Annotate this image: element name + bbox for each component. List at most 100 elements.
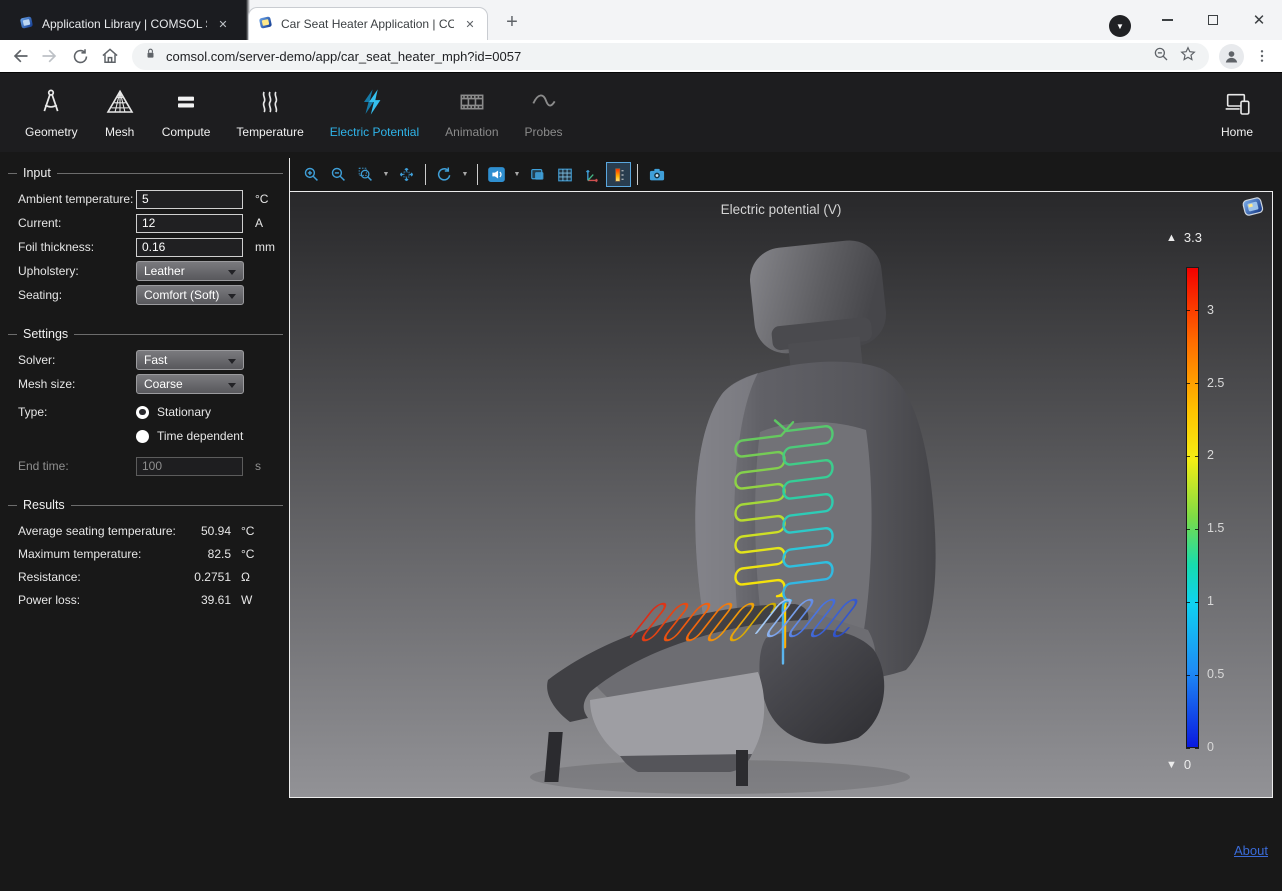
- min-marker-icon: ▼: [1166, 759, 1177, 771]
- zoom-out-button[interactable]: [326, 162, 351, 187]
- tab-title: Car Seat Heater Application | CO: [281, 17, 454, 31]
- zoom-extents-button[interactable]: [394, 162, 419, 187]
- browser-menu-kebab-icon[interactable]: [1250, 44, 1274, 68]
- comsol-logo[interactable]: [1240, 194, 1266, 225]
- reload-button[interactable]: [68, 44, 92, 68]
- field-unit: s: [246, 459, 289, 473]
- ribbon-item-geometry[interactable]: Geometry: [12, 73, 91, 152]
- solver-dropdown[interactable]: Fast: [136, 350, 244, 370]
- default-view-button[interactable]: [484, 162, 509, 187]
- lock-icon[interactable]: [144, 46, 157, 66]
- zoom-in-button[interactable]: [299, 162, 324, 187]
- tab-strip: Application Library | COMSOL Se ✕ Car Se…: [0, 0, 1282, 40]
- rotate-dropdown-caret[interactable]: ▼: [459, 162, 471, 187]
- profile-avatar[interactable]: [1219, 44, 1244, 69]
- dropdown-value: Fast: [144, 353, 167, 367]
- probes-icon: [528, 86, 560, 118]
- home-devices-icon: [1220, 86, 1254, 118]
- compute-icon: [170, 86, 202, 118]
- tab-close-icon[interactable]: ✕: [462, 16, 478, 32]
- car-seat-3d-model[interactable]: [290, 192, 1272, 797]
- default-view-dropdown-caret[interactable]: ▼: [511, 162, 523, 187]
- legend-tick-label: 2: [1207, 448, 1214, 462]
- field-row-foil-thickness: Foil thickness: mm: [0, 235, 289, 259]
- address-bar[interactable]: comsol.com/server-demo/app/car_seat_heat…: [132, 43, 1209, 70]
- axes-button[interactable]: [579, 162, 604, 187]
- app-ribbon: Geometry Mesh Compute Temperature Electr…: [0, 72, 1282, 152]
- ambient-temperature-input[interactable]: [136, 190, 243, 209]
- maximize-icon: [1208, 15, 1218, 25]
- about-link[interactable]: About: [1234, 843, 1268, 858]
- new-tab-button[interactable]: +: [498, 8, 526, 36]
- legend-tick-mark: [1195, 383, 1199, 384]
- minimize-button[interactable]: [1144, 0, 1190, 40]
- ribbon-item-compute[interactable]: Compute: [149, 73, 224, 152]
- snapshot-camera-button[interactable]: [644, 162, 669, 187]
- color-legend-bar: [1186, 267, 1199, 748]
- tab-close-icon[interactable]: ✕: [215, 16, 231, 32]
- grid-button[interactable]: [552, 162, 577, 187]
- toolbar-separator: [477, 164, 478, 185]
- radio-stationary[interactable]: [136, 406, 149, 419]
- result-row-power-loss: Power loss: 39.61 W: [0, 588, 289, 611]
- field-row-ambient-temperature: Ambient temperature: °C: [0, 187, 289, 211]
- toolbar-separator: [637, 164, 638, 185]
- media-controls-button[interactable]: ▼: [1109, 15, 1131, 37]
- current-input[interactable]: [136, 214, 243, 233]
- radio-time-dependent[interactable]: [136, 430, 149, 443]
- field-label: Current:: [18, 216, 136, 230]
- color-legend-button[interactable]: [606, 162, 631, 187]
- home-button[interactable]: [98, 44, 122, 68]
- plot-canvas[interactable]: Electric potential (V) 32.521.510.50 ▲3.…: [289, 191, 1273, 798]
- group-header-settings: Settings: [8, 327, 283, 341]
- legend-tick-mark: [1186, 456, 1190, 457]
- field-unit: °C: [246, 192, 289, 206]
- result-unit: Ω: [231, 570, 263, 584]
- upholstery-dropdown[interactable]: Leather: [136, 261, 244, 281]
- page-zoom-icon[interactable]: [1152, 45, 1170, 68]
- tab-title: Application Library | COMSOL Se: [42, 17, 207, 31]
- ribbon-item-animation: Animation: [432, 73, 511, 152]
- legend-tick-mark: [1195, 675, 1199, 676]
- legend-max-value: 3.3: [1184, 230, 1202, 245]
- ribbon-label: Compute: [162, 125, 211, 139]
- group-header-results: Results: [8, 498, 283, 512]
- bookmark-star-icon[interactable]: [1179, 45, 1197, 68]
- seating-dropdown[interactable]: Comfort (Soft): [136, 285, 244, 305]
- minimize-icon: [1162, 19, 1173, 20]
- zoom-box-button[interactable]: [353, 162, 378, 187]
- maximize-button[interactable]: [1190, 0, 1236, 40]
- field-unit: A: [246, 216, 289, 230]
- group-title: Results: [23, 498, 65, 512]
- close-icon: ✕: [1253, 13, 1266, 28]
- result-value: 50.94: [177, 524, 231, 538]
- field-label: Ambient temperature:: [18, 192, 136, 206]
- back-button[interactable]: [8, 44, 32, 68]
- ribbon-label: Animation: [445, 125, 498, 139]
- electric-potential-icon: [358, 86, 390, 118]
- forward-button[interactable]: [38, 44, 62, 68]
- result-label: Maximum temperature:: [18, 547, 177, 561]
- result-value: 39.61: [177, 593, 231, 607]
- url-text[interactable]: comsol.com/server-demo/app/car_seat_heat…: [166, 49, 1143, 64]
- window-controls: ✕: [1144, 0, 1282, 40]
- legend-tick-label: 1.5: [1207, 521, 1224, 535]
- temperature-icon: [254, 86, 286, 118]
- result-label: Power loss:: [18, 593, 177, 607]
- tab-car-seat-heater[interactable]: Car Seat Heater Application | CO ✕: [248, 7, 488, 40]
- mesh-size-dropdown[interactable]: Coarse: [136, 374, 244, 394]
- tab-application-library[interactable]: Application Library | COMSOL Se ✕: [10, 9, 240, 39]
- scene-icon-button[interactable]: [525, 162, 550, 187]
- zoom-box-dropdown-caret[interactable]: ▼: [380, 162, 392, 187]
- rotate-view-button[interactable]: [432, 162, 457, 187]
- plot-title: Electric potential (V): [290, 202, 1272, 217]
- ribbon-item-temperature[interactable]: Temperature: [223, 73, 316, 152]
- ribbon-item-home[interactable]: Home: [1207, 73, 1282, 152]
- foil-thickness-input[interactable]: [136, 238, 243, 257]
- ribbon-item-electric-potential[interactable]: Electric Potential: [317, 73, 432, 152]
- field-row-end-time: End time: s: [0, 454, 289, 478]
- close-button[interactable]: ✕: [1236, 0, 1282, 40]
- ribbon-item-mesh[interactable]: Mesh: [91, 73, 149, 152]
- comsol-favicon: [19, 15, 34, 33]
- legend-max: ▲3.3: [1166, 230, 1202, 245]
